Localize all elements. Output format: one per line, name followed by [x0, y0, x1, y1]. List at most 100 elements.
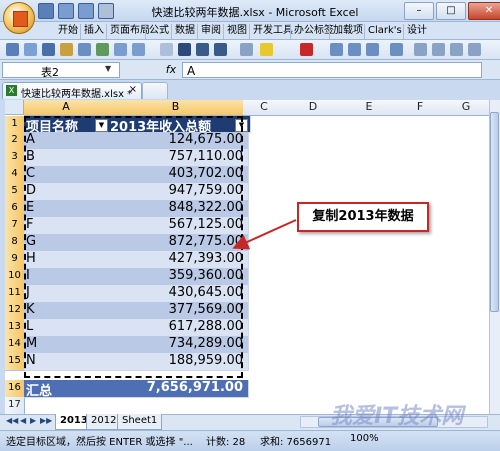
workbook-tab[interactable]: X 快速比较两年数据.xlsx * × [2, 82, 142, 100]
copy-icon[interactable] [24, 43, 37, 56]
font-color-icon[interactable] [300, 43, 313, 56]
table-cell-value[interactable]: 734,289.00 [108, 336, 249, 354]
table-cell-name[interactable]: B [24, 149, 111, 167]
format-painter-icon[interactable] [60, 43, 73, 56]
tab-home[interactable]: 开始 [55, 24, 81, 39]
column-header-a[interactable]: A [24, 100, 109, 116]
redo-icon[interactable] [132, 43, 145, 56]
undo-icon[interactable] [114, 43, 127, 56]
italic-icon[interactable] [196, 43, 209, 56]
fill-color-icon[interactable] [260, 43, 273, 56]
table-cell-value[interactable]: 757,110.00 [108, 149, 249, 167]
close-tab-icon[interactable]: × [129, 84, 137, 95]
bold-icon[interactable] [178, 43, 191, 56]
office-button[interactable] [3, 2, 35, 34]
table-cell-value[interactable]: 947,759.00 [108, 183, 249, 201]
filter-dropdown-icon[interactable]: ▼ [95, 119, 108, 132]
filter-dropdown-icon[interactable]: ▼ [235, 119, 248, 132]
maximize-button[interactable]: □ [436, 2, 466, 20]
sheet-tab-sheet1[interactable]: Sheet1 [117, 414, 163, 430]
row-header[interactable]: 11 [5, 285, 25, 303]
table-cell-name[interactable]: J [24, 285, 111, 303]
row-header[interactable]: 17 [5, 397, 25, 415]
table-cell-name[interactable]: N [24, 353, 111, 371]
table-cell-name[interactable]: G [24, 234, 111, 252]
table-cell-value[interactable]: 377,569.00 [108, 302, 249, 320]
zoom-level[interactable]: 100% [350, 433, 379, 444]
print-icon[interactable] [78, 43, 91, 56]
table-cell-name[interactable]: M [24, 336, 111, 354]
row-header[interactable]: 2 [5, 132, 25, 150]
borders-icon[interactable] [240, 43, 253, 56]
align-center-icon[interactable] [348, 43, 361, 56]
prev-sheet-button[interactable]: ◀ [20, 416, 26, 425]
align-right-icon[interactable] [366, 43, 379, 56]
row-header[interactable]: 14 [5, 336, 25, 354]
table-cell-value[interactable]: 403,702.00 [108, 166, 249, 184]
name-box[interactable]: 表2 [2, 62, 120, 79]
tab-formulas[interactable]: 公式 [145, 24, 172, 39]
table-cell-name[interactable]: K [24, 302, 111, 320]
row-header[interactable]: 15 [5, 353, 25, 371]
total-label-cell[interactable]: 汇总 [24, 380, 111, 398]
tab-data[interactable]: 数据 [171, 24, 198, 39]
row-header[interactable]: 5 [5, 183, 25, 201]
table-cell-value[interactable]: 872,775.00 [108, 234, 249, 252]
total-value-cell[interactable]: 7,656,971.00 [108, 380, 249, 398]
new-tab-button[interactable] [142, 82, 168, 99]
row-header[interactable]: 3 [5, 149, 25, 167]
tab-review[interactable]: 审阅 [197, 24, 224, 39]
row-header[interactable]: 1 [5, 116, 25, 133]
align-left-icon[interactable] [330, 43, 343, 56]
decrease-decimal-icon[interactable] [468, 43, 481, 56]
table-cell-value[interactable]: 427,393.00 [108, 251, 249, 269]
table-cell-value[interactable]: 567,125.00 [108, 217, 249, 235]
table-cell-name[interactable]: I [24, 268, 111, 286]
close-button[interactable]: ✕ [468, 2, 500, 20]
table-cell-name[interactable]: A [24, 132, 111, 150]
column-header-b[interactable]: B [108, 100, 244, 116]
first-sheet-button[interactable]: ◀◀ [6, 416, 18, 425]
next-sheet-button[interactable]: ▶ [30, 416, 36, 425]
increase-decimal-icon[interactable] [450, 43, 463, 56]
vertical-scroll-thumb[interactable] [490, 112, 499, 312]
undo-icon[interactable] [58, 3, 74, 19]
chevron-down-icon[interactable]: ▼ [105, 64, 111, 73]
row-header[interactable]: 6 [5, 200, 25, 218]
row-header[interactable]: 12 [5, 302, 25, 320]
table-cell-value[interactable]: 124,675.00 [108, 132, 249, 150]
column-header-f[interactable]: F [397, 100, 444, 116]
insert-function-button[interactable]: fx [160, 62, 182, 78]
tab-addins[interactable]: 加载项 [329, 24, 366, 39]
header-cell-revenue[interactable]: 2013年收入总额 ▼ [108, 116, 251, 133]
table-cell-value[interactable]: 188,959.00 [108, 353, 249, 371]
percent-icon[interactable] [414, 43, 427, 56]
redo-icon[interactable] [78, 3, 94, 19]
minimize-button[interactable]: – [404, 2, 434, 20]
header-cell-project[interactable]: 项目名称 ▼ [24, 116, 111, 133]
customize-qat-icon[interactable] [98, 3, 114, 19]
table-cell-name[interactable]: F [24, 217, 111, 235]
row-header[interactable]: 9 [5, 251, 25, 269]
select-all-corner[interactable] [5, 100, 24, 115]
table-cell-value[interactable]: 359,360.00 [108, 268, 249, 286]
cut-icon[interactable] [6, 43, 19, 56]
save-icon[interactable] [42, 43, 55, 56]
comma-icon[interactable] [432, 43, 445, 56]
column-header-c[interactable]: C [243, 100, 286, 116]
row-header[interactable]: 13 [5, 319, 25, 337]
table-cell-name[interactable]: H [24, 251, 111, 269]
table-cell-name[interactable]: C [24, 166, 111, 184]
tab-clarks[interactable]: Clark's [364, 24, 405, 39]
tab-view[interactable]: 视图 [223, 24, 250, 39]
merge-icon[interactable] [390, 43, 403, 56]
table-cell-name[interactable]: L [24, 319, 111, 337]
tab-design[interactable]: 设计 [403, 24, 430, 39]
row-header[interactable]: 4 [5, 166, 25, 184]
formula-input[interactable]: A [182, 62, 482, 78]
table-cell-value[interactable]: 848,322.00 [108, 200, 249, 218]
tab-developer[interactable]: 开发工具 [249, 24, 296, 39]
row-header[interactable]: 7 [5, 217, 25, 235]
table-cell-name[interactable]: E [24, 200, 111, 218]
column-header-g[interactable]: G [443, 100, 490, 116]
